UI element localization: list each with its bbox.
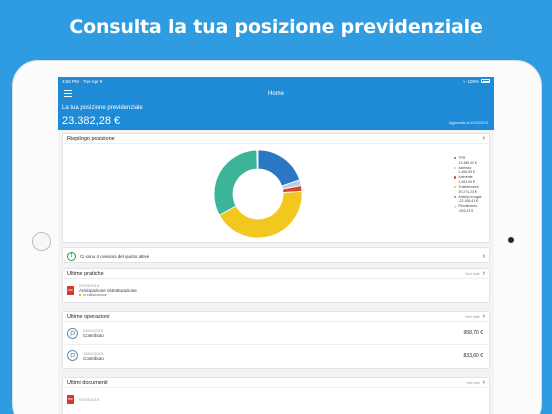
chevron-right-icon[interactable]: › xyxy=(483,379,485,386)
donut-slice-5 xyxy=(256,149,259,170)
riepilogo-card[interactable]: Riepilogo posizione › TFR 13.486,42 € Azie… xyxy=(62,133,490,243)
documento-date: 07/03/2019 xyxy=(79,396,100,402)
pratiche-more-link[interactable]: Vedi tutte xyxy=(465,272,480,276)
nav-bar: Home xyxy=(58,85,494,102)
riepilogo-header[interactable]: Riepilogo posizione › xyxy=(63,134,489,144)
legend-item-4: Anticipi erogati -22.168,41 € xyxy=(454,195,481,204)
operazioni-more-link[interactable]: Vedi tutte xyxy=(465,315,480,319)
operazione-amount: 958,70 € xyxy=(463,330,483,336)
chevron-right-icon[interactable]: › xyxy=(483,253,485,260)
documenti-more-link[interactable]: Vedi tutti xyxy=(466,381,479,385)
summary-label: La tua posizione previdenziale xyxy=(62,105,143,111)
status-date: Tue Apr 9 xyxy=(83,78,103,84)
donut-chart xyxy=(213,149,303,239)
wifi-icon: ≈ xyxy=(463,78,466,84)
operazione-title: Contributo xyxy=(83,333,104,338)
operazione-amount: 833,60 € xyxy=(463,353,483,359)
status-bar: 3:56 PM Tue Apr 9 ≈ 100% xyxy=(58,77,494,85)
chevron-right-icon[interactable]: › xyxy=(483,313,485,320)
legend-value: -22.168,41 € xyxy=(458,199,479,204)
donut-slice-4 xyxy=(213,149,258,216)
app-screen: 3:56 PM Tue Apr 9 ≈ 100% Home La tua pos… xyxy=(58,77,494,414)
alert-icon: ! xyxy=(67,251,76,261)
legend-item-2: Aderente 1.463,94 € xyxy=(454,175,481,184)
list-item[interactable]: PDF 07/03/2019 xyxy=(63,388,489,410)
summary-header: La tua posizione previdenziale 23.382,28… xyxy=(58,102,494,130)
pdf-icon: PDF xyxy=(67,285,74,295)
chart-legend: TFR 13.486,42 € Azienda 1.466,59 € Aderente 1… xyxy=(454,156,481,214)
operazione-date: 19/01/2019 xyxy=(83,350,104,356)
pratiche-card: Ultime pratiche Vedi tutte › PDF 07/03/20… xyxy=(62,268,490,303)
contribution-icon xyxy=(67,327,78,339)
menu-icon[interactable] xyxy=(64,90,72,97)
camera xyxy=(508,237,514,243)
status-badge: In elaborazione xyxy=(79,293,137,297)
donut-slice-0 xyxy=(257,149,301,187)
documenti-header[interactable]: Ultimi documenti Vedi tutti › xyxy=(63,378,489,388)
documenti-title: Ultimi documenti xyxy=(67,379,108,386)
chevron-right-icon[interactable]: › xyxy=(483,135,485,142)
legend-item-3: Trasferimenti 29.274,23 € xyxy=(454,185,481,194)
legend-value: 1.463,94 € xyxy=(458,179,475,184)
contribution-icon xyxy=(67,350,78,361)
operazioni-title: Ultime operazioni xyxy=(67,313,110,320)
operazione-title: Contributo xyxy=(83,355,104,361)
pratiche-title: Ultime pratiche xyxy=(67,270,104,277)
pdf-icon: PDF xyxy=(67,394,74,404)
chevron-right-icon[interactable]: › xyxy=(483,270,485,277)
list-item[interactable]: PDF 07/03/2019 Anticipazione ristruttura… xyxy=(63,279,489,301)
legend-value: 1.466,59 € xyxy=(458,170,475,175)
documenti-card: Ultimi documenti Vedi tutti › PDF 07/03/2… xyxy=(62,377,490,414)
battery-icon xyxy=(481,79,490,83)
nav-title: Home xyxy=(267,90,284,97)
home-button[interactable] xyxy=(32,232,51,251)
operazioni-card: Ultime operazioni Vedi tutte › 22/01/2019… xyxy=(62,311,490,369)
battery-percent: 100% xyxy=(467,78,479,84)
table-row[interactable]: 22/01/2019 Contributo 958,70 € xyxy=(63,322,489,344)
pratiche-header[interactable]: Ultime pratiche Vedi tutte › xyxy=(63,269,489,279)
riepilogo-title: Riepilogo posizione xyxy=(67,135,115,142)
legend-item-0: TFR 13.486,42 € xyxy=(454,156,481,165)
headline: Consulta la tua posizione previdenziale xyxy=(69,16,483,38)
operazioni-header[interactable]: Ultime operazioni Vedi tutte › xyxy=(63,312,489,322)
quinto-banner[interactable]: ! Ci sono 4 cessioni del quinto attive › xyxy=(62,247,490,263)
summary-updated: Aggiornato al 12/03/2019 xyxy=(448,121,488,125)
legend-value: 13.486,42 € xyxy=(458,160,477,165)
status-time: 3:56 PM xyxy=(62,78,79,84)
quinto-text: Ci sono 4 cessioni del quinto attive xyxy=(80,253,150,259)
legend-item-1: Azienda 1.466,59 € xyxy=(454,166,481,175)
summary-amount: 23.382,28 € xyxy=(62,115,121,127)
legend-name: Trasferimenti xyxy=(458,185,479,190)
table-row[interactable]: 19/01/2019 Contributo 833,60 € xyxy=(63,344,489,366)
legend-value: 29.274,23 € xyxy=(458,189,477,194)
legend-item-5: Rendimento -309,23 € xyxy=(454,204,481,213)
legend-value: -309,23 € xyxy=(458,209,474,214)
